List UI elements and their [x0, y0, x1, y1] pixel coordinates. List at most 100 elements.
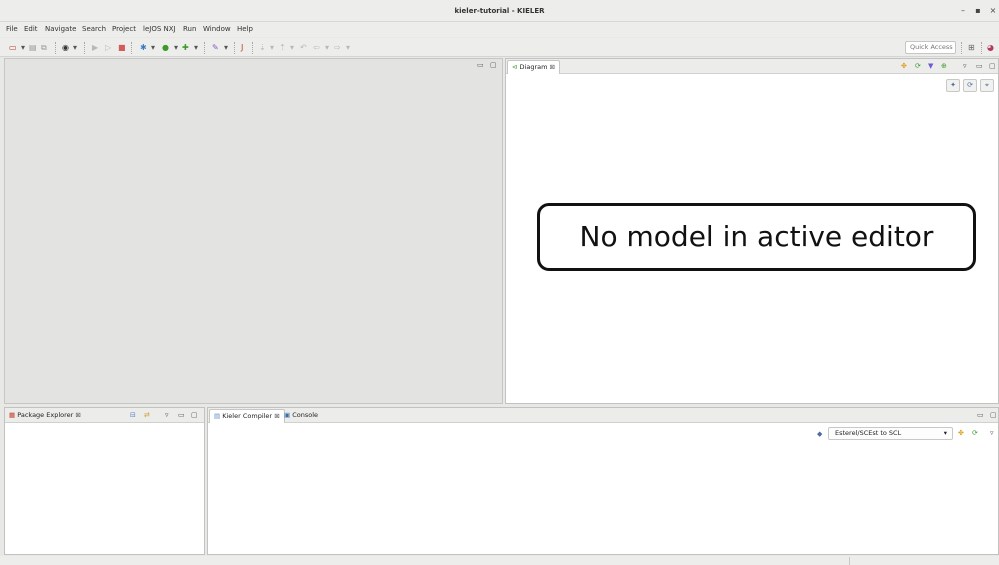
refresh-icon[interactable]: ⟳ — [915, 61, 921, 71]
annotation-icon[interactable]: ⇣ — [259, 43, 266, 53]
dropdown-chevron-icon[interactable]: ▾ — [325, 43, 329, 53]
dropdown-chevron-icon[interactable]: ▾ — [290, 43, 294, 53]
dropdown-chevron-icon[interactable]: ▾ — [151, 43, 155, 53]
menu-file[interactable]: File — [6, 22, 18, 37]
filter-icon[interactable]: ▼ — [928, 61, 933, 71]
maximize-icon[interactable]: ▢ — [989, 61, 996, 71]
menu-project[interactable]: Project — [112, 22, 136, 37]
terminate-icon[interactable]: ■ — [118, 43, 126, 53]
menu-search[interactable]: Search — [82, 22, 106, 37]
toolbar-separator — [961, 42, 962, 54]
tab-kieler-compiler-label: Kieler Compiler — [222, 412, 273, 420]
diagram-view: ⊲ Diagram ⊠ ✤ ⟳ ▼ ⊕ ▿ ▭ ▢ ✦ ⟳ ⌖ No model… — [505, 58, 999, 404]
tab-package-explorer[interactable]: ▦ Package Explorer ⊠ — [5, 409, 85, 423]
run-icon[interactable]: ● — [162, 43, 169, 53]
refresh-icon[interactable]: ⟳ — [972, 428, 978, 438]
kieler-compiler-view: ▤ Kieler Compiler ⊠ ▣ Console ▭ ▢ ◆ Este… — [207, 407, 999, 555]
chevron-down-icon: ▾ — [943, 429, 947, 437]
step-over-icon[interactable]: ▷ — [105, 43, 111, 53]
maximize-window-button[interactable]: ▪ — [973, 5, 983, 17]
menu-lejos-nxj[interactable]: leJOS NXJ — [143, 22, 176, 37]
tab-console[interactable]: ▣ Console — [280, 409, 322, 423]
no-model-message: No model in active editor — [537, 203, 976, 271]
pen-icon[interactable]: ✎ — [212, 43, 219, 53]
maximize-icon[interactable]: ▢ — [490, 60, 497, 70]
status-separator — [849, 557, 850, 565]
minimize-icon[interactable]: ▭ — [178, 410, 185, 420]
menu-edit[interactable]: Edit — [24, 22, 38, 37]
back-arrow-icon[interactable]: ⇦ — [313, 43, 320, 53]
transformation-select-value: Esterel/SCEst to SCL — [835, 429, 902, 437]
open-perspective-icon[interactable]: ⊞ — [968, 43, 975, 53]
forward-arrow-icon[interactable]: ⇨ — [334, 43, 341, 53]
dropdown-chevron-icon[interactable]: ▾ — [21, 43, 25, 53]
new-file-icon[interactable]: ▭ — [9, 43, 17, 53]
collapse-all-icon[interactable]: ⊟ — [130, 410, 136, 420]
minimize-icon[interactable]: ▭ — [976, 61, 983, 71]
close-icon[interactable]: ⊠ — [75, 411, 80, 419]
next-annotation-icon[interactable]: ⇡ — [279, 43, 286, 53]
package-explorer-tabbar: ▦ Package Explorer ⊠ ⊟ ⇄ ▿ ▭ ▢ — [5, 408, 204, 423]
toolbar-separator — [55, 42, 56, 54]
transformation-icon: ◆ — [817, 430, 823, 438]
minimize-icon[interactable]: ▭ — [477, 60, 484, 70]
transformation-select[interactable]: Esterel/SCEst to SCL ▾ — [828, 427, 953, 440]
toolbar-separator — [234, 42, 235, 54]
dropdown-chevron-icon[interactable]: ▾ — [73, 43, 77, 53]
resume-icon[interactable]: ▶ — [92, 43, 98, 53]
dropdown-chevron-icon[interactable]: ▾ — [346, 43, 350, 53]
console-icon: ▣ — [284, 411, 291, 419]
external-tools-icon[interactable]: ✚ — [182, 43, 189, 53]
tab-console-label: Console — [292, 411, 319, 419]
layout-icon[interactable]: ⊕ — [941, 61, 947, 71]
window-title: kieler-tutorial - KIELER — [454, 7, 545, 15]
main-toolbar: ▭ ▾ ▤ ⧉ ◉ ▾ ▶ ▷ ■ ✱ ▾ ● ▾ ✚ ▾ ✎ ▾ J ⇣ ▾ … — [0, 38, 999, 57]
package-explorer-view: ▦ Package Explorer ⊠ ⊟ ⇄ ▿ ▭ ▢ — [4, 407, 205, 555]
debug-icon[interactable]: ✱ — [140, 43, 147, 53]
dropdown-chevron-icon[interactable]: ▾ — [270, 43, 274, 53]
last-edit-icon[interactable]: ↶ — [300, 43, 307, 53]
toolbar-separator — [131, 42, 132, 54]
status-bar — [0, 556, 999, 565]
view-menu-icon[interactable]: ▿ — [165, 410, 169, 420]
editor-area[interactable]: ▭ ▢ — [4, 58, 503, 404]
close-window-button[interactable]: × — [988, 5, 998, 17]
menu-window[interactable]: Window — [203, 22, 231, 37]
tab-diagram-label: Diagram — [519, 63, 548, 71]
menu-navigate[interactable]: Navigate — [45, 22, 76, 37]
dropdown-chevron-icon[interactable]: ▾ — [174, 43, 178, 53]
minimize-icon[interactable]: ▭ — [977, 410, 984, 420]
tab-kieler-compiler[interactable]: ▤ Kieler Compiler ⊠ — [209, 409, 285, 423]
maximize-icon[interactable]: ▢ — [191, 410, 198, 420]
menu-help[interactable]: Help — [237, 22, 253, 37]
tab-diagram[interactable]: ⊲ Diagram ⊠ — [507, 60, 560, 74]
diagram-tabbar: ⊲ Diagram ⊠ ✤ ⟳ ▼ ⊕ ▿ ▭ ▢ — [506, 59, 998, 74]
save-all-icon[interactable]: ⧉ — [41, 43, 47, 53]
maximize-icon[interactable]: ▢ — [990, 410, 997, 420]
diagram-canvas[interactable]: ✦ ⟳ ⌖ No model in active editor — [506, 75, 998, 403]
quick-access-input[interactable]: Quick Access — [905, 41, 956, 54]
java-icon[interactable]: J — [241, 43, 243, 53]
save-icon[interactable]: ▤ — [29, 43, 37, 53]
diagram-icon: ⊲ — [512, 63, 518, 71]
tab-package-explorer-label: Package Explorer — [17, 411, 74, 419]
toolbar-separator — [84, 42, 85, 54]
zoom-to-fit-button[interactable]: ✦ — [946, 79, 960, 92]
toolbar-separator — [252, 42, 253, 54]
close-icon[interactable]: ⊠ — [550, 63, 555, 71]
view-menu-icon[interactable]: ▿ — [990, 428, 994, 438]
minimize-window-button[interactable]: – — [958, 5, 968, 17]
close-icon[interactable]: ⊠ — [274, 412, 279, 420]
compile-icon[interactable]: ✤ — [958, 428, 964, 438]
dropdown-chevron-icon[interactable]: ▾ — [224, 43, 228, 53]
sync-icon[interactable]: ✤ — [901, 61, 907, 71]
dropdown-chevron-icon[interactable]: ▾ — [194, 43, 198, 53]
kieler-perspective-icon[interactable]: ◕ — [987, 43, 994, 53]
menu-run[interactable]: Run — [183, 22, 196, 37]
center-view-button[interactable]: ⌖ — [980, 79, 994, 92]
toolbar-separator — [204, 42, 205, 54]
view-menu-icon[interactable]: ▿ — [963, 61, 967, 71]
reset-layout-button[interactable]: ⟳ — [963, 79, 977, 92]
target-icon[interactable]: ◉ — [62, 43, 69, 53]
link-with-editor-icon[interactable]: ⇄ — [144, 410, 150, 420]
